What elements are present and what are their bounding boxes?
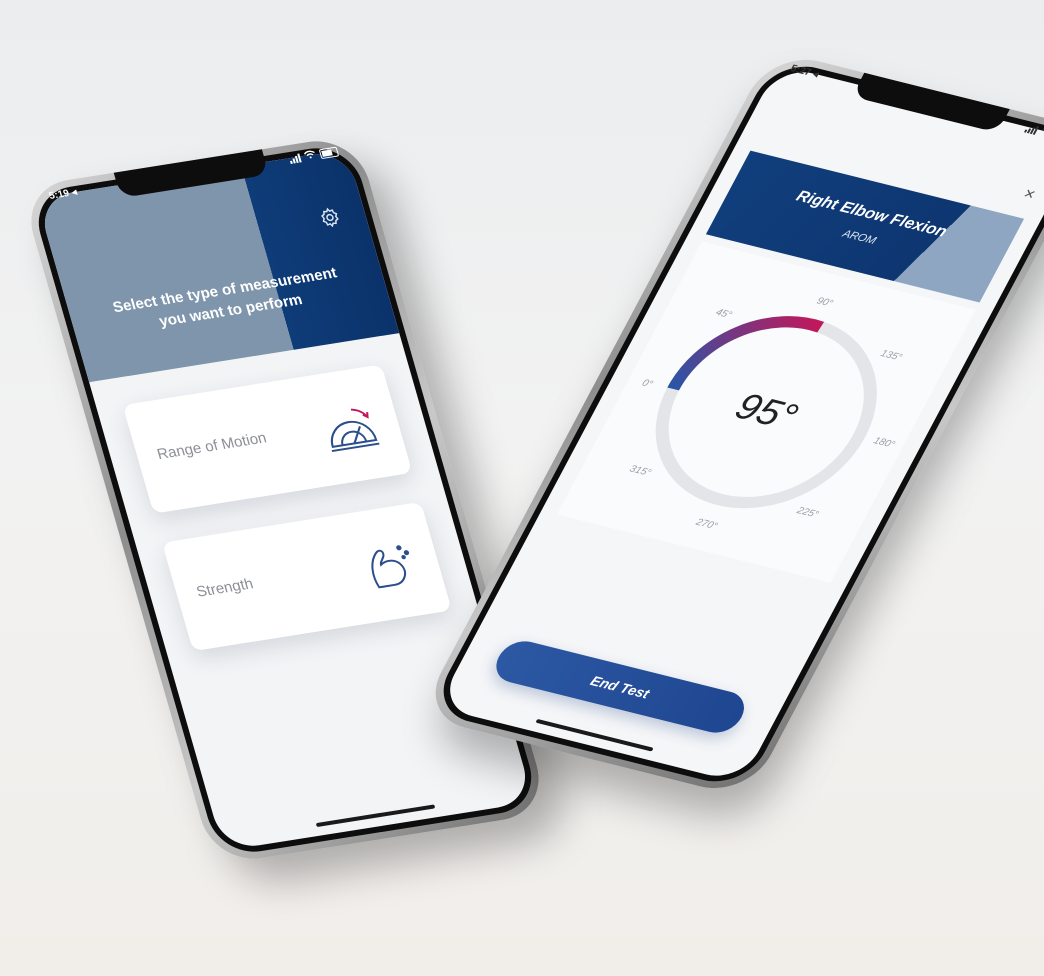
strength-label: Strength: [194, 575, 256, 601]
marketing-scene: Select the type of measurement you want …: [0, 0, 1044, 976]
range-of-motion-label: Range of Motion: [155, 429, 269, 464]
signal-icon: [1024, 124, 1040, 135]
right-phone: × Right Elbow Flexion AROM 0° 45° 90° 135° 1…: [417, 49, 1044, 799]
range-of-motion-card[interactable]: Range of Motion: [122, 364, 413, 514]
close-icon[interactable]: ×: [1020, 184, 1039, 204]
gauge-value: 95°: [728, 386, 804, 438]
strength-card[interactable]: Strength: [162, 501, 452, 652]
battery-icon: [318, 146, 340, 160]
end-test-button[interactable]: End Test: [488, 636, 753, 738]
gauge-tick-label: 135°: [878, 348, 903, 363]
gear-icon[interactable]: [316, 205, 344, 230]
goniometer-gauge: 0° 45° 90° 135° 180° 225° 270° 315° 95°: [556, 241, 976, 583]
wifi-icon: [303, 149, 318, 162]
flexed-arm-icon: [352, 532, 428, 599]
gauge-tick-label: 180°: [871, 436, 896, 451]
protractor-icon: [312, 394, 388, 461]
wifi-icon: [1038, 126, 1044, 140]
gauge-tick-label: 270°: [693, 517, 719, 532]
gauge-tick-label: 90°: [815, 296, 835, 310]
signal-icon: [288, 153, 302, 164]
page-title: Select the type of measurement you want …: [85, 258, 371, 342]
left-phone: Select the type of measurement you want …: [19, 134, 551, 866]
gauge-tick-label: 315°: [627, 464, 652, 479]
gauge-tick-label: 225°: [794, 505, 820, 520]
gauge-graphic: 0° 45° 90° 135° 180° 225° 270° 315° 95°: [627, 296, 903, 532]
gauge-tick-label: 0°: [640, 378, 655, 390]
measurement-screen: × Right Elbow Flexion AROM 0° 45° 90° 135° 1…: [436, 64, 1044, 784]
gauge-tick-label: 45°: [714, 307, 734, 321]
